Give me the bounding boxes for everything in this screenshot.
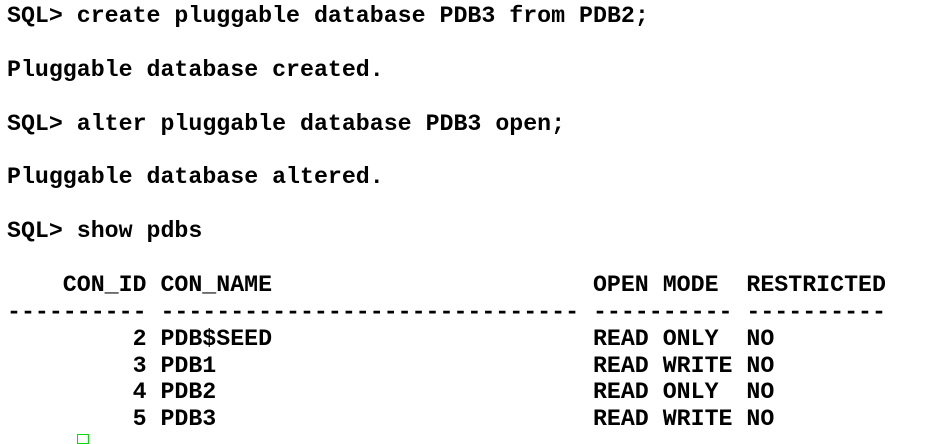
con-id: 3 [132, 352, 147, 379]
open-mode: READ ONLY [592, 325, 719, 352]
header-open-mode: OPEN MODE [592, 271, 719, 298]
separator: ---------- [7, 298, 147, 325]
header-con-name: CON_NAME [160, 271, 273, 298]
table-row: 4 PDB2 READ ONLY NO [7, 379, 886, 406]
restricted: NO [746, 379, 775, 406]
header-restricted: RESTRICTED [746, 271, 886, 298]
command-show-pdbs: SQL> show pdbs [7, 218, 203, 245]
con-name: PDB1 [160, 352, 217, 379]
command-alter-pdb: SQL> alter pluggable database PDB3 open; [7, 110, 566, 137]
con-id: 5 [132, 406, 147, 433]
open-mode: READ WRITE [592, 406, 733, 433]
table-row: 5 PDB3 READ WRITE NO [7, 406, 886, 433]
con-name: PDB$SEED [160, 325, 273, 352]
table-row: 3 PDB1 READ WRITE NO [7, 353, 886, 380]
table-separator: ---------- -----------------------------… [7, 299, 886, 326]
output-altered: Pluggable database altered. [7, 164, 384, 191]
header-con-id: CON_ID [62, 271, 147, 298]
open-mode: READ WRITE [592, 352, 733, 379]
restricted: NO [746, 352, 775, 379]
output-created: Pluggable database created. [7, 56, 384, 83]
open-mode: READ ONLY [592, 379, 719, 406]
con-name: PDB2 [160, 379, 217, 406]
table-row: 2 PDB$SEED READ ONLY NO [7, 326, 886, 353]
separator: ---------- [746, 298, 886, 325]
table-header: CON_ID CON_NAME OPEN MODE RESTRICTED [7, 272, 886, 299]
separator: ---------- [592, 298, 733, 325]
restricted: NO [746, 325, 775, 352]
con-id: 4 [132, 379, 147, 406]
con-id: 2 [132, 325, 147, 352]
separator: ------------------------------ [160, 298, 580, 325]
command-create-pdb: SQL> create pluggable database PDB3 from… [7, 3, 649, 29]
restricted: NO [746, 406, 775, 433]
sqlplus-terminal[interactable]: SQL> create pluggable database PDB3 from… [7, 3, 886, 433]
con-name: PDB3 [160, 406, 217, 433]
text-cursor [77, 434, 89, 444]
